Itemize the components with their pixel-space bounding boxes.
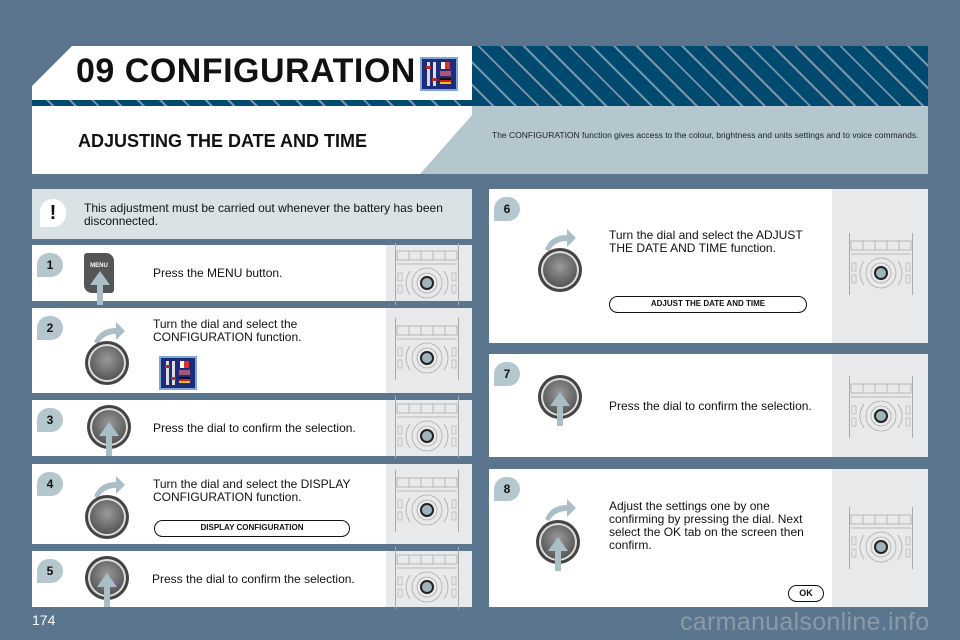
step-text: Turn the dial and select the DISPLAY CON… [153, 477, 351, 504]
step-number: 5 [37, 559, 63, 583]
step-number: 7 [494, 362, 520, 386]
step-number: 1 [37, 253, 63, 277]
step-number: 4 [37, 472, 63, 496]
warning-text: This adjustment must be carried out when… [84, 201, 443, 228]
press-arrow-icon [99, 422, 119, 456]
step-3: 3 Press the dial to confirm the selectio… [32, 400, 472, 456]
watermark: carmanualsonline.info [680, 608, 930, 636]
step-6: 6 Turn the dial and select the ADJUST TH… [489, 189, 928, 343]
control-panel-illustration [392, 396, 462, 458]
screen-option-display-configuration[interactable]: DISPLAY CONFIGURATION [154, 520, 350, 537]
control-panel-illustration [392, 243, 462, 305]
press-arrow-icon [548, 537, 568, 571]
dial-icon [537, 247, 583, 293]
step-text: Press the MENU button. [153, 266, 283, 280]
step-text: Press the dial to confirm the selection. [153, 421, 356, 435]
screen-option-ok[interactable]: OK [788, 585, 824, 602]
control-panel-illustration [392, 547, 462, 609]
turn-arrow-icon [543, 497, 577, 521]
step-1: 1 MENU Press the MENU button. [32, 245, 472, 301]
section-title: ADJUSTING THE DATE AND TIME [78, 131, 368, 151]
step-4: 4 Turn the dial and select the DISPLAY C… [32, 464, 472, 544]
press-arrow-icon [90, 271, 110, 305]
press-arrow-icon [97, 573, 117, 607]
control-panel-illustration [846, 507, 916, 569]
step-text: Adjust the settings one by one confirmin… [609, 499, 804, 552]
configuration-icon [420, 57, 458, 91]
step-number: 3 [37, 408, 63, 432]
configuration-icon [159, 356, 197, 390]
step-number: 2 [37, 316, 63, 340]
step-8: 8 Adjust the settings one by one confirm… [489, 469, 928, 607]
control-panel-illustration [846, 233, 916, 295]
intro-text: The CONFIGURATION function gives access … [492, 130, 919, 140]
step-number: 8 [494, 477, 520, 501]
control-panel-illustration [846, 376, 916, 438]
step-number: 6 [494, 197, 520, 221]
step-text: Press the dial to confirm the selection. [152, 572, 355, 586]
step-text: Press the dial to confirm the selection. [609, 399, 812, 413]
control-panel-illustration [392, 470, 462, 532]
dial-icon [84, 340, 130, 386]
header-stripe-band [472, 46, 928, 106]
press-arrow-icon [550, 392, 570, 426]
step-2: 2 Turn the dial and select the CONFIGURA… [32, 308, 472, 393]
step-7: 7 Press the dial to confirm the selectio… [489, 354, 928, 457]
warning-box: ! This adjustment must be carried out wh… [32, 189, 472, 239]
step-text: Turn the dial and select the ADJUST THE … [609, 228, 803, 255]
warning-icon: ! [40, 199, 66, 227]
control-panel-illustration [392, 318, 462, 380]
step-text: Turn the dial and select the CONFIGURATI… [153, 317, 302, 344]
screen-option-adjust-date-time[interactable]: ADJUST THE DATE AND TIME [609, 296, 807, 313]
dial-icon [84, 494, 130, 540]
page-number: 174 [32, 612, 56, 628]
chapter-title: 09 CONFIGURATION [76, 52, 416, 90]
step-5: 5 Press the dial to confirm the selectio… [32, 551, 472, 607]
